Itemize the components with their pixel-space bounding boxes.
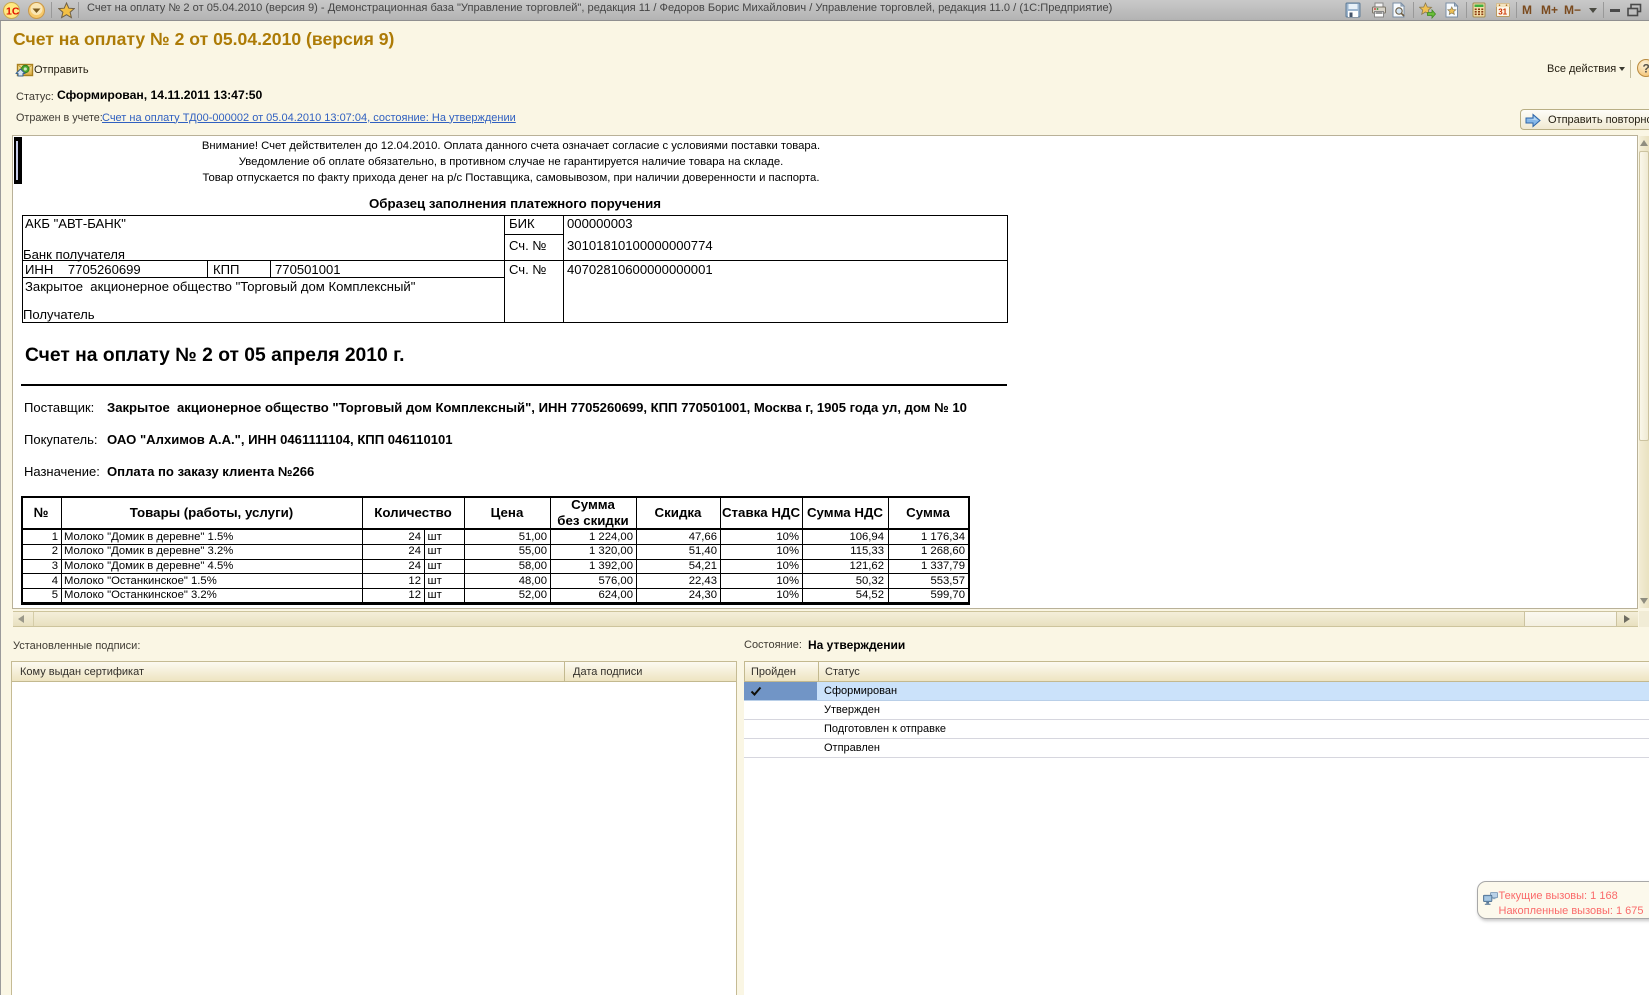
svg-text:1С: 1С (6, 6, 20, 18)
svg-text:31: 31 (1498, 8, 1507, 17)
svg-text:?: ? (1643, 62, 1649, 76)
